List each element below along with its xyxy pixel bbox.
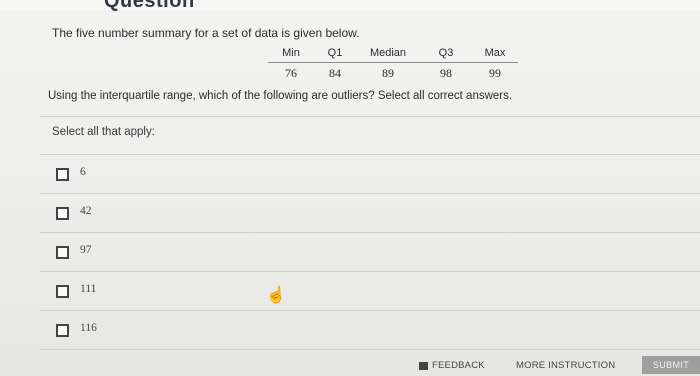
option-label: 6 [80,166,86,178]
option-label: 42 [80,205,92,217]
hand-cursor-icon: ☝ [266,287,286,304]
divider [40,349,700,350]
feedback-icon[interactable] [419,362,428,370]
summary-header-q1: Q1 [327,47,343,59]
checkbox[interactable] [56,285,69,298]
footer-bar: FEEDBACK MORE INSTRUCTION SUBMIT [0,354,700,376]
summary-header-max: Max [484,47,506,59]
summary-value-max: 99 [489,66,501,80]
summary-header-min: Min [282,47,300,59]
summary-value-q3: 98 [440,66,452,80]
more-instruction-link[interactable]: MORE INSTRUCTION [516,360,615,371]
answer-option-97[interactable]: 97 [40,233,700,271]
summary-value-median: 89 [382,66,394,80]
summary-header-q3: Q3 [438,47,454,59]
submit-button[interactable]: SUBMIT [642,356,700,374]
checkbox[interactable] [56,168,69,181]
summary-header-median: Median [369,47,407,59]
summary-header-row: Min Q1 Median Q3 Max [268,44,518,63]
answer-option-116[interactable]: 116 [40,311,700,349]
summary-value-q1: 84 [329,66,341,80]
option-label: 97 [80,244,92,256]
answer-option-6[interactable]: 6 [40,155,700,193]
option-label: 116 [80,322,97,334]
question-page: Question The five number summary for a s… [0,0,700,376]
select-all-label: Select all that apply: [52,126,155,138]
answer-option-42[interactable]: 42 [40,194,700,232]
page-heading: Question [104,0,195,12]
summary-value-row: 76 84 89 98 99 [268,63,518,83]
question-instruction: Using the interquartile range, which of … [48,90,513,102]
checkbox[interactable] [56,207,69,220]
five-number-summary-table: Min Q1 Median Q3 Max 76 84 89 98 99 [268,44,518,83]
question-prompt: The five number summary for a set of dat… [52,26,360,40]
option-label: 111 [80,283,97,295]
checkbox[interactable] [56,246,69,259]
checkbox[interactable] [56,324,69,337]
answer-option-111[interactable]: 111 [40,272,700,310]
summary-value-min: 76 [285,66,297,80]
feedback-link[interactable]: FEEDBACK [432,360,485,371]
divider [40,116,700,117]
